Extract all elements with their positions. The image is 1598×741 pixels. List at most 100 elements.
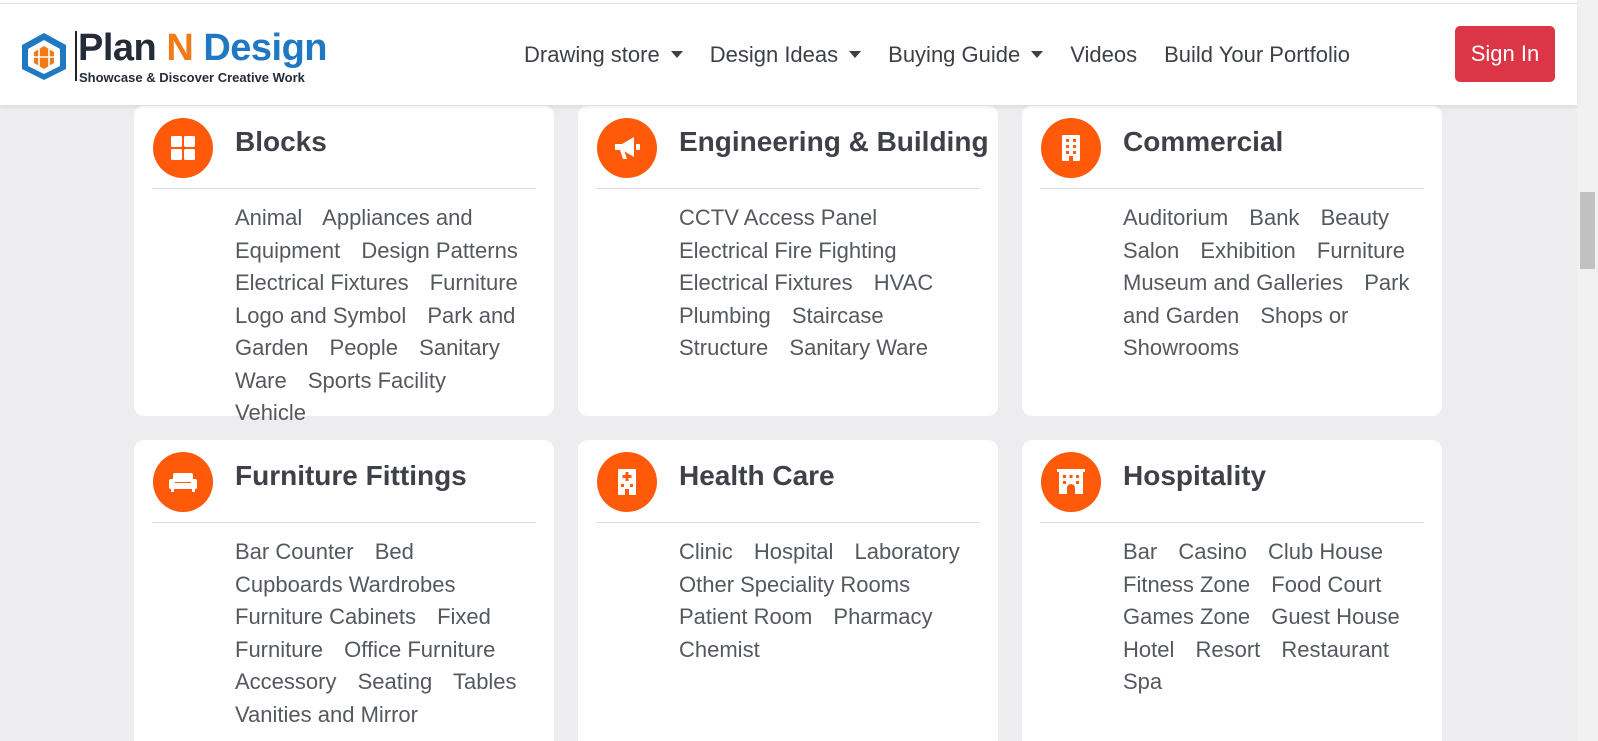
category-card-hospitality: Hospitality Bar Casino Club House Fitnes… [1022, 440, 1442, 741]
card-title[interactable]: Furniture Fittings [235, 460, 467, 492]
category-link[interactable]: Sports Facility [308, 368, 446, 393]
logo-tagline: Showcase & Discover Creative Work [79, 70, 305, 85]
card-divider [596, 522, 980, 523]
card-divider [1040, 188, 1424, 189]
category-link[interactable]: Furniture [430, 270, 518, 295]
caret-down-icon [849, 51, 862, 58]
category-link[interactable]: Electrical Fire Fighting [679, 238, 897, 263]
card-title[interactable]: Engineering & Building [679, 126, 989, 158]
category-link[interactable]: Exhibition [1200, 238, 1295, 263]
category-link[interactable]: Spa [1123, 669, 1162, 694]
nav-drawing-store[interactable]: Drawing store [524, 42, 683, 68]
caret-down-icon [670, 51, 683, 58]
category-link[interactable]: Bar Counter [235, 539, 354, 564]
category-link[interactable]: Bed [375, 539, 414, 564]
logo-word-design: Design [193, 27, 328, 69]
category-link[interactable]: Casino [1178, 539, 1246, 564]
vertical-scrollbar[interactable] [1577, 0, 1598, 741]
category-link[interactable]: Hospital [754, 539, 833, 564]
category-link[interactable]: Bar [1123, 539, 1157, 564]
category-link[interactable]: Clinic [679, 539, 733, 564]
category-card-health-care: Health Care Clinic Hospital Laboratory O… [578, 440, 998, 741]
category-link[interactable]: Sanitary Ware [789, 335, 928, 360]
card-divider [1040, 522, 1424, 523]
category-link[interactable]: Resort [1195, 637, 1260, 662]
site-logo[interactable]: Plan N Design Showcase & Discover Creati… [20, 27, 350, 87]
card-divider [152, 188, 536, 189]
category-link[interactable]: Auditorium [1123, 205, 1228, 230]
category-link[interactable]: Animal [235, 205, 302, 230]
category-link[interactable]: Guest House [1271, 604, 1399, 629]
sofa-icon [153, 452, 213, 512]
nav-build-portfolio[interactable]: Build Your Portfolio [1164, 42, 1350, 68]
category-link[interactable]: Tables [453, 669, 517, 694]
card-divider [152, 522, 536, 523]
category-link[interactable]: HVAC [874, 270, 934, 295]
card-links: Bar Counter Bed Cupboards Wardrobes Furn… [235, 536, 535, 731]
category-link[interactable]: Vanities and Mirror [235, 702, 418, 727]
logo-cube-icon [22, 33, 66, 80]
category-link[interactable]: Hotel [1123, 637, 1174, 662]
category-link[interactable]: People [330, 335, 399, 360]
nav-design-ideas[interactable]: Design Ideas [709, 41, 862, 68]
nav-videos[interactable]: Videos [1070, 42, 1137, 68]
category-link[interactable]: Museum and Galleries [1123, 270, 1343, 295]
category-card-engineering: Engineering & Building CCTV Access Panel… [578, 106, 998, 416]
megaphone-icon [597, 118, 657, 178]
main-nav: Drawing store Design Ideas Buying Guide … [524, 4, 1377, 105]
category-link[interactable]: Fitness Zone [1123, 572, 1250, 597]
card-title[interactable]: Hospitality [1123, 460, 1266, 492]
category-link[interactable]: Vehicle [235, 400, 306, 425]
hotel-icon [1041, 452, 1101, 512]
category-link[interactable]: Laboratory [855, 539, 960, 564]
card-title[interactable]: Commercial [1123, 126, 1283, 158]
logo-word-n: N [166, 27, 194, 69]
nav-label: Videos [1070, 41, 1138, 67]
category-link[interactable]: Structure [679, 335, 768, 360]
card-links: Auditorium Bank Beauty Salon Exhibition … [1123, 202, 1423, 365]
category-link[interactable]: Electrical Fixtures [679, 270, 853, 295]
category-link[interactable]: Bank [1249, 205, 1299, 230]
nav-buying-guide[interactable]: Buying Guide [888, 41, 1044, 68]
logo-word-plan: Plan [78, 27, 167, 69]
category-link[interactable]: Patient Room [679, 604, 812, 629]
category-link[interactable]: CCTV Access Panel [679, 205, 877, 230]
caret-down-icon [1031, 51, 1044, 58]
sign-in-button[interactable]: Sign In [1455, 26, 1555, 82]
card-title[interactable]: Health Care [679, 460, 835, 492]
logo-title: Plan N Design [78, 27, 328, 69]
category-link[interactable]: Staircase [792, 303, 884, 328]
logo-divider [75, 31, 77, 81]
category-link[interactable]: Logo and Symbol [235, 303, 406, 328]
scrollbar-thumb[interactable] [1580, 192, 1595, 269]
category-link[interactable]: Club House [1268, 539, 1383, 564]
card-links: Clinic Hospital Laboratory Other Special… [679, 536, 979, 666]
category-link[interactable]: Food Court [1271, 572, 1381, 597]
category-link[interactable]: Other Speciality Rooms [679, 572, 910, 597]
category-link[interactable]: Cupboards Wardrobes [235, 572, 456, 597]
grid-icon [153, 118, 213, 178]
nav-label: Design Ideas [709, 41, 839, 67]
hospital-icon [597, 452, 657, 512]
category-card-blocks: Blocks Animal Appliances and Equipment D… [134, 106, 554, 425]
nav-label: Buying Guide [888, 41, 1021, 67]
category-card-commercial: Commercial Auditorium Bank Beauty Salon … [1022, 106, 1442, 416]
nav-label: Drawing store [524, 41, 660, 67]
card-title[interactable]: Blocks [235, 126, 327, 158]
navbar: Plan N Design Showcase & Discover Creati… [0, 4, 1577, 105]
category-link[interactable]: Electrical Fixtures [235, 270, 409, 295]
category-card-furniture-fittings: Furniture Fittings Bar Counter Bed Cupbo… [134, 440, 554, 741]
category-link[interactable]: Plumbing [679, 303, 771, 328]
category-link[interactable]: Restaurant [1281, 637, 1389, 662]
building-icon [1041, 118, 1101, 178]
card-divider [596, 188, 980, 189]
card-links: Animal Appliances and Equipment Design P… [235, 202, 535, 430]
nav-label: Build Your Portfolio [1164, 41, 1351, 67]
card-links: CCTV Access Panel Electrical Fire Fighti… [679, 202, 979, 365]
card-links: Bar Casino Club House Fitness Zone Food … [1123, 536, 1423, 699]
category-link[interactable]: Furniture [1317, 238, 1405, 263]
category-link[interactable]: Furniture Cabinets [235, 604, 416, 629]
category-link[interactable]: Design Patterns [361, 238, 518, 263]
category-link[interactable]: Seating [358, 669, 433, 694]
category-link[interactable]: Games Zone [1123, 604, 1250, 629]
